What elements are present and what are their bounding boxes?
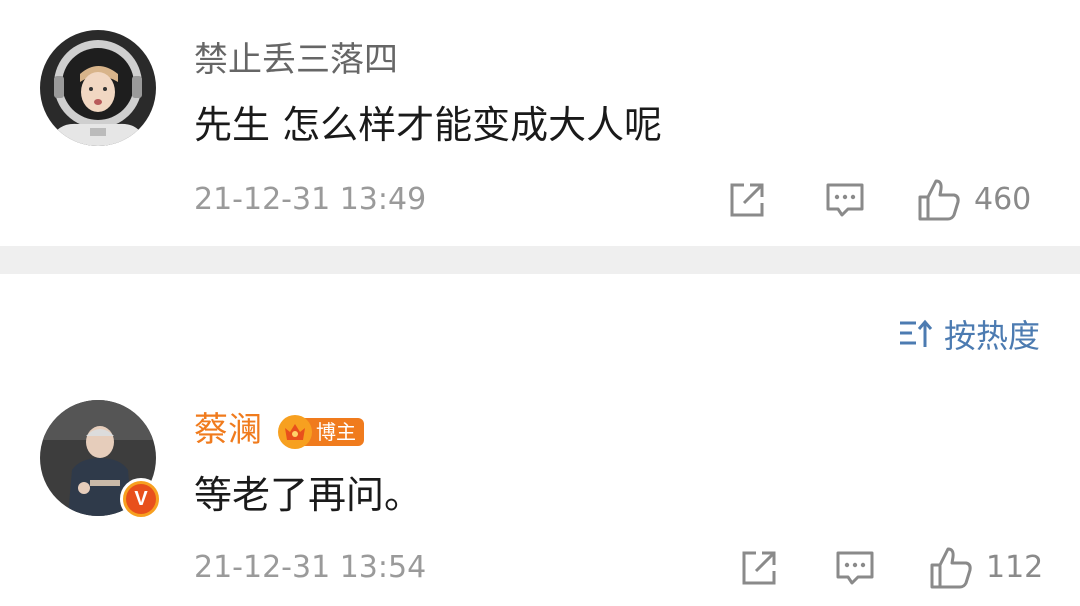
reply-button[interactable] bbox=[834, 544, 876, 592]
username[interactable]: 禁止丢三落四 bbox=[194, 40, 398, 80]
avatar[interactable]: V bbox=[40, 400, 162, 520]
verified-mark: V bbox=[126, 484, 156, 514]
like-count: 112 bbox=[986, 550, 1044, 585]
like-count: 460 bbox=[974, 182, 1032, 217]
verified-badge: V bbox=[120, 478, 162, 520]
thumbs-up-icon bbox=[918, 179, 960, 221]
crown-icon bbox=[278, 415, 312, 449]
like-button[interactable]: 112 bbox=[928, 544, 1043, 592]
avatar[interactable] bbox=[40, 30, 156, 146]
comment-text: 先生 怎么样才能变成大人呢 bbox=[194, 103, 663, 147]
sort-icon bbox=[899, 319, 933, 347]
share-button[interactable] bbox=[726, 176, 768, 224]
comment-icon bbox=[826, 183, 864, 217]
share-button[interactable] bbox=[738, 544, 780, 592]
comment-text: 等老了再问。 bbox=[194, 473, 423, 517]
timestamp: 21-12-31 13:54 bbox=[194, 550, 427, 585]
section-divider bbox=[0, 246, 1080, 274]
sort-button[interactable]: 按热度 bbox=[898, 312, 1040, 356]
thumbs-up-icon bbox=[930, 547, 972, 589]
astronaut-avatar-icon bbox=[40, 30, 156, 146]
share-icon bbox=[742, 551, 776, 585]
comment-item: 禁止丢三落四 先生 怎么样才能变成大人呢 21-12-31 13:49 460 bbox=[0, 0, 1080, 246]
reply-button[interactable] bbox=[824, 176, 866, 224]
sort-label: 按热度 bbox=[943, 317, 1040, 355]
comment-icon bbox=[836, 551, 874, 585]
username[interactable]: 蔡澜 bbox=[194, 410, 262, 450]
share-icon bbox=[730, 183, 764, 217]
comment-item: V 蔡澜 博主 等老了再问。 21-12-31 13:54 112 bbox=[0, 388, 1080, 606]
blogger-badge: 博主 bbox=[278, 414, 364, 450]
timestamp: 21-12-31 13:49 bbox=[194, 182, 427, 217]
like-button[interactable]: 460 bbox=[916, 176, 1031, 224]
